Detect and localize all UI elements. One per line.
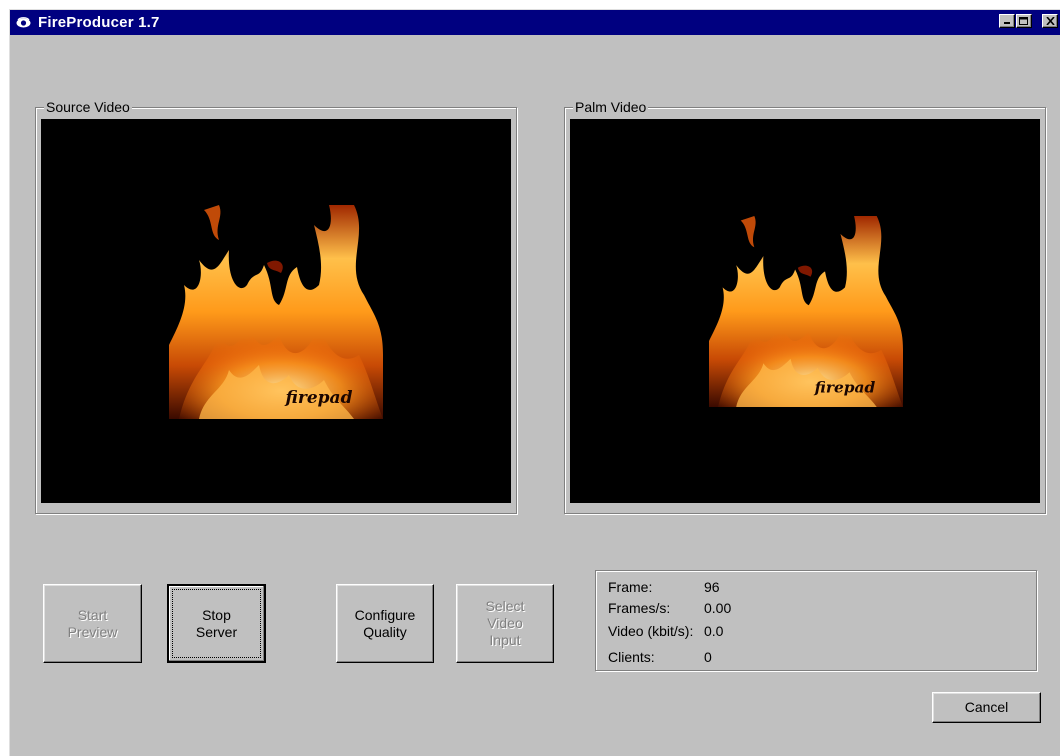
close-icon[interactable] bbox=[1042, 14, 1058, 28]
configure-quality-button[interactable]: Configure Quality bbox=[336, 584, 434, 663]
stat-fps: Frames/s: 0.00 bbox=[608, 599, 731, 617]
stat-video: Video (kbit/s): 0.0 bbox=[608, 622, 723, 640]
palm-watermark: firepad bbox=[814, 379, 876, 397]
stat-clients-label: Clients: bbox=[608, 649, 655, 665]
source-watermark: firepad bbox=[285, 388, 353, 408]
minimize-icon[interactable] bbox=[999, 14, 1015, 28]
palm-video-preview: firepad bbox=[570, 119, 1040, 503]
stat-clients-value: 0 bbox=[704, 649, 712, 665]
source-video-preview: firepad bbox=[41, 119, 511, 503]
palm-video-group: Palm Video firepad bbox=[564, 99, 1046, 514]
maximize-icon[interactable] bbox=[1016, 14, 1032, 28]
stat-fps-value: 0.00 bbox=[704, 600, 732, 616]
source-video-group: Source Video firepad bbox=[35, 99, 517, 514]
palm-video-label: Palm Video bbox=[573, 99, 649, 115]
stat-video-label: Video (kbit/s): bbox=[608, 623, 694, 639]
source-video-label: Source Video bbox=[44, 99, 132, 115]
stat-clients: Clients: 0 bbox=[608, 648, 712, 666]
start-preview-button[interactable]: Start Preview bbox=[43, 584, 142, 663]
stat-video-value: 0.0 bbox=[704, 623, 724, 639]
stat-fps-label: Frames/s: bbox=[608, 600, 671, 616]
palm-fire-frame: firepad bbox=[709, 216, 903, 407]
app-window: FireProducer 1.7 Source Video firepad Pa… bbox=[9, 9, 1060, 756]
stat-frame-label: Frame: bbox=[608, 579, 653, 595]
window-title: FireProducer 1.7 bbox=[38, 14, 160, 31]
stat-frame-value: 96 bbox=[704, 579, 720, 595]
stop-server-button[interactable]: Stop Server bbox=[167, 584, 266, 663]
cancel-button[interactable]: Cancel bbox=[932, 692, 1041, 723]
stat-frame: Frame: 96 bbox=[608, 578, 720, 596]
title-bar[interactable]: FireProducer 1.7 bbox=[10, 10, 1060, 35]
select-video-input-button[interactable]: Select Video Input bbox=[456, 584, 554, 663]
stats-panel: Frame: 96 Frames/s: 0.00 Video (kbit/s):… bbox=[595, 570, 1037, 671]
eye-icon[interactable] bbox=[15, 15, 31, 31]
source-fire-frame: firepad bbox=[169, 205, 383, 419]
